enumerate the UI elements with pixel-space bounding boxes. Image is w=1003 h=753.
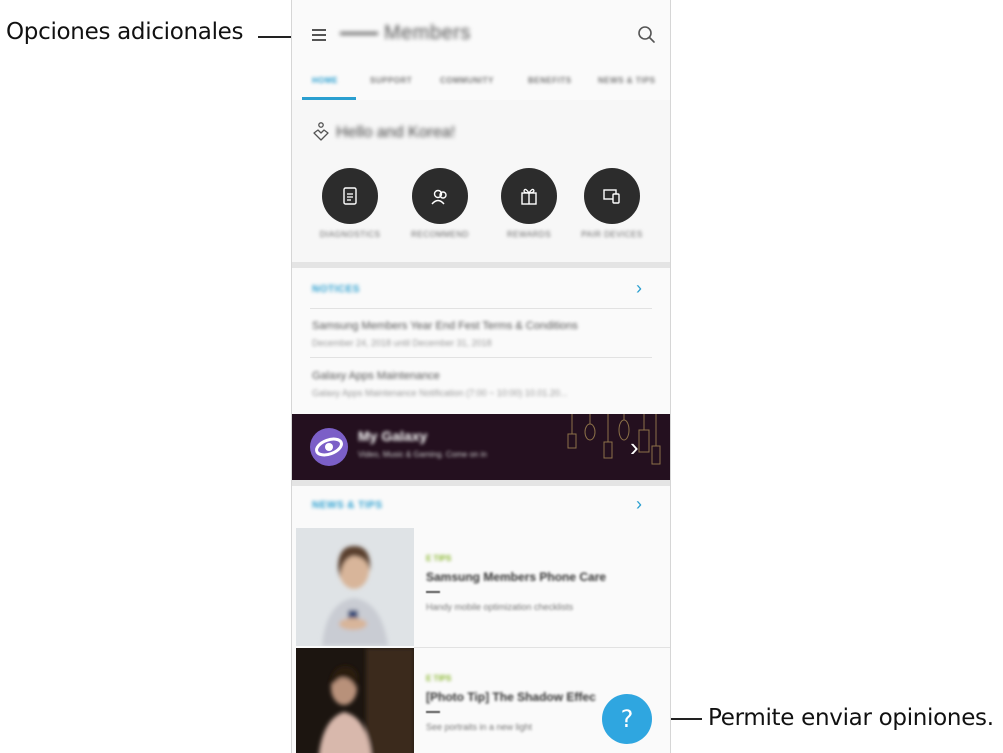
diagnostics-button[interactable] <box>322 168 378 224</box>
news-card-bar <box>426 591 440 593</box>
recommend-button[interactable] <box>412 168 468 224</box>
gift-icon <box>521 188 537 205</box>
notice-sub: Galaxy Apps Maintenance Notification (7:… <box>312 388 568 398</box>
welcome-section: Hello and Korea! DIAGNOSTICS RECOMMEND R… <box>292 100 670 262</box>
my-galaxy-banner[interactable]: My Galaxy Video, Music & Gaming. Come on… <box>292 414 670 480</box>
recommend-label: RECOMMEND <box>411 230 469 239</box>
galaxy-logo-icon <box>310 428 348 466</box>
news-card-tag: E TIPS <box>426 674 452 683</box>
divider <box>310 357 652 358</box>
news-card-image <box>296 648 414 753</box>
news-chevron-right-icon[interactable]: › <box>636 494 642 515</box>
notice-sub: December 24, 2018 until December 31, 201… <box>312 338 492 348</box>
tab-benefits[interactable]: BENEFITS <box>528 76 572 85</box>
notices-section: NOTICES › Samsung Members Year End Fest … <box>292 268 670 414</box>
tab-news-tips[interactable]: NEWS & TIPS <box>598 76 656 85</box>
tab-home[interactable]: HOME <box>312 76 338 85</box>
callout-feedback: Permite enviar opiniones. <box>708 705 994 731</box>
news-tips-header: NEWS & TIPS › <box>292 480 670 532</box>
divider <box>310 308 652 309</box>
news-card-subtitle: See portraits in a new light <box>426 722 533 732</box>
devices-icon <box>603 189 620 204</box>
banner-title: My Galaxy <box>358 428 428 444</box>
welcome-hand-icon <box>313 122 329 141</box>
people-icon <box>431 189 447 205</box>
pair-devices-button[interactable] <box>584 168 640 224</box>
greeting-text: Hello and Korea! <box>336 124 456 141</box>
document-icon <box>343 187 357 205</box>
rewards-label: REWARDS <box>506 230 552 239</box>
banner-chevron-right-icon[interactable]: › <box>630 432 639 463</box>
notices-chevron-right-icon[interactable]: › <box>636 278 642 299</box>
news-tips-title[interactable]: NEWS & TIPS <box>312 500 383 511</box>
notices-title[interactable]: NOTICES <box>312 284 360 295</box>
search-icon[interactable] <box>636 24 658 46</box>
rewards-button[interactable] <box>501 168 557 224</box>
app-bar: Members <box>292 0 670 70</box>
tab-community[interactable]: COMMUNITY <box>440 76 494 85</box>
callout-more-options: Opciones adicionales <box>6 19 244 45</box>
news-card-subtitle: Handy mobile optimization checklists <box>426 602 574 612</box>
notice-title: Galaxy Apps Maintenance <box>312 370 440 382</box>
banner-subtitle: Video, Music & Gaming. Come on in <box>358 450 487 459</box>
hamburger-menu-icon[interactable] <box>312 24 334 46</box>
notice-title: Samsung Members Year End Fest Terms & Co… <box>312 320 578 332</box>
news-card-title: Samsung Members Phone Care <box>426 570 607 584</box>
news-card[interactable]: E TIPS Samsung Members Phone Care Handy … <box>292 528 670 646</box>
pair-devices-label: PAIR DEVICES <box>581 230 643 239</box>
news-card-bar <box>426 711 440 713</box>
news-card-title: [Photo Tip] The Shadow Effec <box>426 690 596 704</box>
feedback-button[interactable]: ? <box>602 694 652 744</box>
diagnostics-label: DIAGNOSTICS <box>319 230 381 239</box>
news-card-tag: E TIPS <box>426 554 452 563</box>
tab-bar: HOME SUPPORT COMMUNITY BENEFITS NEWS & T… <box>292 70 670 101</box>
tab-support[interactable]: SUPPORT <box>370 76 412 85</box>
phone-screen: Members HOME SUPPORT COMMUNITY BENEFITS … <box>291 0 671 753</box>
app-title: Members <box>340 22 471 45</box>
lantern-decoration-icon <box>567 414 661 465</box>
news-card-image <box>296 528 414 646</box>
